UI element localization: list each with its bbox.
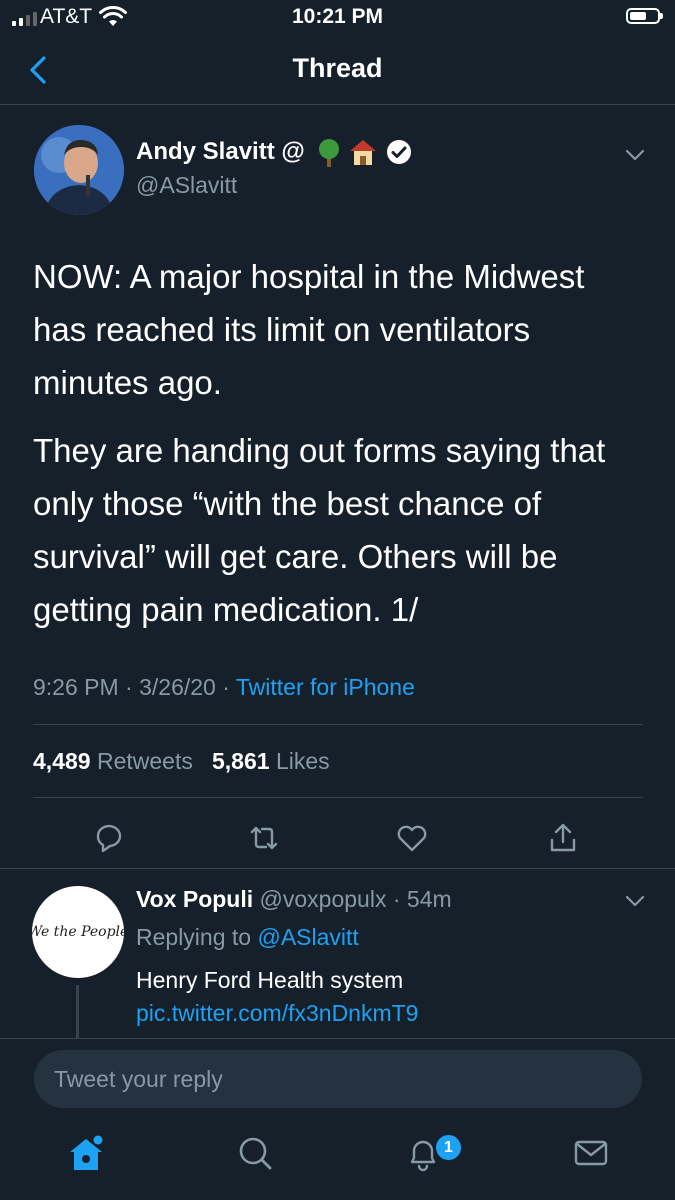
reply-avatar-text: We the People bbox=[32, 924, 124, 940]
share-icon[interactable] bbox=[543, 818, 583, 858]
avatar-image bbox=[34, 125, 124, 215]
reply-header: Vox Populi @voxpopulx · 54m bbox=[136, 886, 452, 913]
retweets-count[interactable]: 4,489 bbox=[33, 748, 91, 774]
reply-author-name[interactable]: Vox Populi bbox=[136, 886, 253, 912]
replying-label: Replying to bbox=[136, 924, 252, 950]
status-bar: AT&T 10:21 PM bbox=[0, 0, 675, 36]
tweet-text-paragraph: They are handing out forms saying that o… bbox=[33, 432, 606, 628]
author-handle[interactable]: @ASlavitt bbox=[136, 172, 237, 199]
replying-to-handle[interactable]: @ASlavitt bbox=[257, 924, 358, 950]
home-icon[interactable] bbox=[63, 1130, 109, 1176]
house-emoji-icon bbox=[350, 140, 376, 165]
search-icon[interactable] bbox=[232, 1130, 278, 1176]
stats-divider bbox=[33, 797, 643, 798]
likes-label[interactable]: Likes bbox=[276, 748, 330, 774]
battery-level bbox=[630, 12, 646, 20]
replying-to: Replying to @ASlavitt bbox=[136, 924, 359, 951]
battery-icon bbox=[626, 8, 663, 24]
tweet-meta: 9:26 PM · 3/26/20 · Twitter for iPhone bbox=[33, 674, 415, 701]
page-title: Thread bbox=[292, 53, 383, 83]
status-time: 10:21 PM bbox=[291, 5, 384, 28]
meta-separator: · bbox=[222, 674, 236, 700]
reply-media-link[interactable]: pic.twitter.com/fx3nDnkmT9 bbox=[136, 1000, 418, 1026]
chevron-down-icon[interactable] bbox=[620, 140, 650, 170]
reply-time: 54m bbox=[406, 886, 452, 912]
reply-avatar[interactable]: We the People bbox=[32, 886, 124, 978]
chevron-down-icon[interactable] bbox=[620, 886, 650, 916]
header-divider bbox=[0, 104, 675, 105]
tweet-source-link[interactable]: Twitter for iPhone bbox=[236, 674, 415, 700]
meta-separator: · bbox=[125, 674, 140, 700]
retweet-icon[interactable] bbox=[244, 818, 284, 858]
reply-author-handle[interactable]: @voxpopulx bbox=[260, 886, 387, 912]
like-icon[interactable] bbox=[392, 818, 432, 858]
avatar[interactable] bbox=[34, 125, 124, 215]
author-badges bbox=[318, 136, 412, 168]
author-name[interactable]: Andy Slavitt @ bbox=[136, 138, 305, 166]
tweet-text-paragraph: NOW: A major hospital in the Midwest has… bbox=[33, 258, 585, 401]
composer-divider bbox=[0, 1038, 675, 1039]
verified-icon bbox=[387, 140, 411, 164]
tree-emoji-icon bbox=[319, 139, 339, 167]
likes-count[interactable]: 5,861 bbox=[212, 748, 270, 774]
tweet-stats: 4,489 Retweets 5,861 Likes bbox=[33, 748, 330, 775]
actions-divider bbox=[0, 868, 675, 869]
tweet-time: 9:26 PM bbox=[33, 674, 119, 700]
tweet-date: 3/26/20 bbox=[139, 674, 216, 700]
meta-separator: · bbox=[386, 886, 407, 912]
messages-icon[interactable] bbox=[568, 1130, 614, 1176]
reply-icon[interactable] bbox=[89, 818, 129, 858]
thread-line bbox=[76, 985, 79, 1040]
notification-badge: 1 bbox=[434, 1133, 463, 1162]
reply-text: Henry Ford Health system pic.twitter.com… bbox=[136, 964, 646, 1030]
reply-text-body: Henry Ford Health system bbox=[136, 967, 404, 993]
retweets-label[interactable]: Retweets bbox=[97, 748, 193, 774]
reply-input[interactable] bbox=[34, 1050, 642, 1108]
meta-divider bbox=[33, 724, 643, 725]
